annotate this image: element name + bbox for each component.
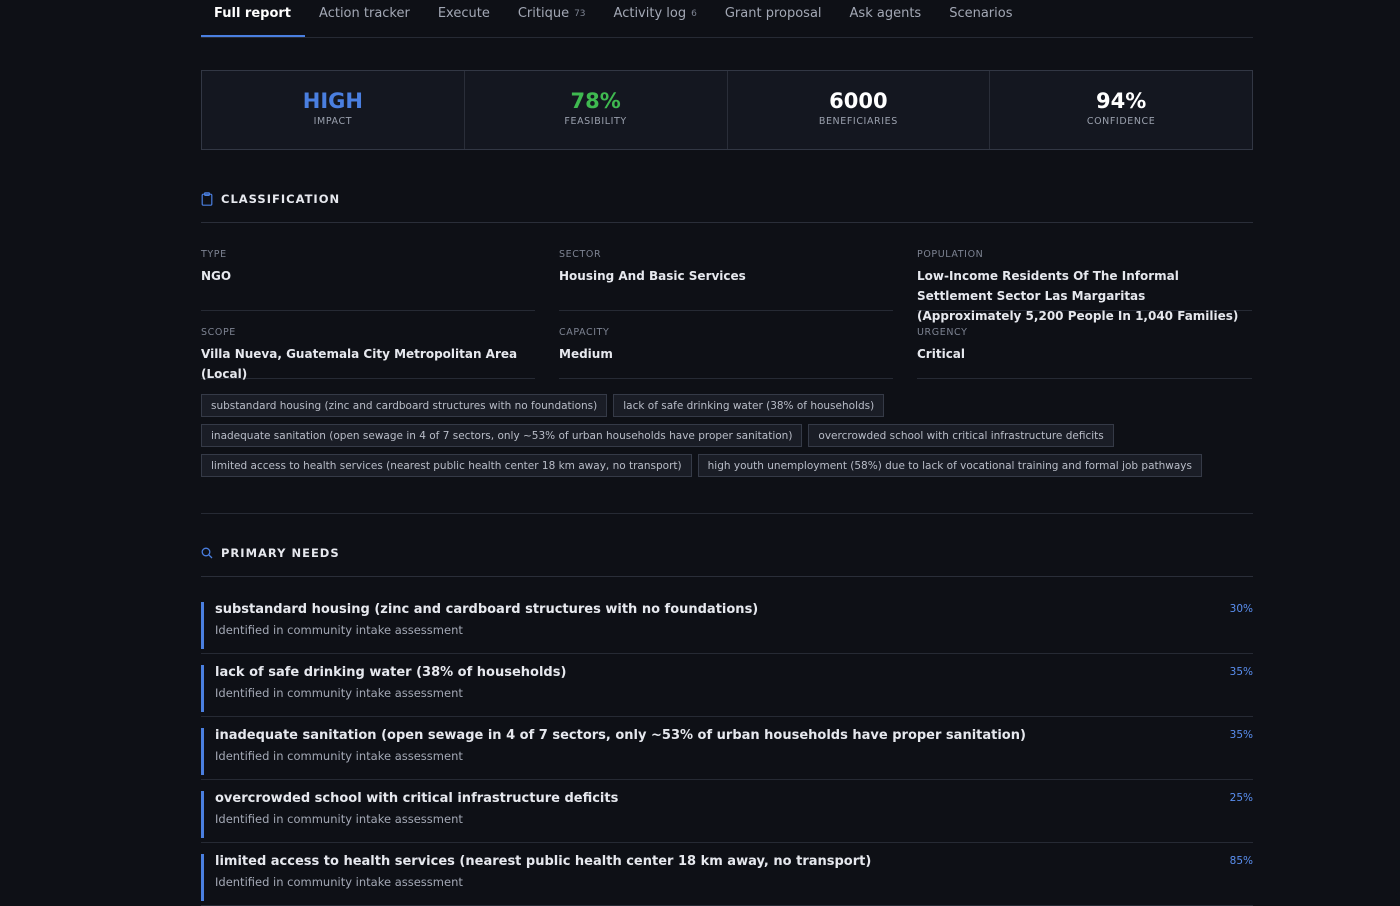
need-percent: 25% <box>1229 792 1253 804</box>
field-scope: SCOPE Villa Nueva, Guatemala City Metrop… <box>201 321 535 381</box>
field-value: Medium <box>559 347 613 361</box>
need-tag[interactable]: overcrowded school with critical infrast… <box>808 424 1114 447</box>
stat-label: BENEFICIARIES <box>818 116 898 127</box>
need-percent: 30% <box>1229 603 1253 615</box>
field-value: NGO <box>201 269 232 283</box>
primary-needs-list: substandard housing (zinc and cardboard … <box>201 591 1253 906</box>
field-key: TYPE <box>201 249 227 260</box>
tab-label: Activity log <box>613 6 687 21</box>
need-title: inadequate sanitation (open sewage in 4 … <box>215 728 1026 743</box>
tab-execute[interactable]: Execute <box>424 0 504 31</box>
section-title: CLASSIFICATION <box>221 192 341 206</box>
stat-label: FEASIBILITY <box>564 116 627 127</box>
need-source: Identified in community intake assessmen… <box>215 686 463 700</box>
stat-feasibility: 78% FEASIBILITY <box>465 71 728 149</box>
field-urgency: URGENCY Critical <box>917 321 1252 379</box>
need-title: overcrowded school with critical infrast… <box>215 791 619 806</box>
field-value: Critical <box>917 347 966 361</box>
field-key: URGENCY <box>917 327 968 338</box>
stat-label: IMPACT <box>313 116 353 127</box>
stat-value: 78% <box>570 89 621 113</box>
tab-scenarios[interactable]: Scenarios <box>935 0 1026 31</box>
need-tag[interactable]: substandard housing (zinc and cardboard … <box>201 394 608 417</box>
tab-count-badge: 73 <box>574 9 586 19</box>
need-tag[interactable]: high youth unemployment (58%) due to lac… <box>697 454 1202 477</box>
list-item[interactable]: overcrowded school with critical infrast… <box>201 780 1253 843</box>
summary-stats: HIGH IMPACT 78% FEASIBILITY 6000 BENEFIC… <box>201 70 1253 150</box>
tab-label: Critique <box>517 6 570 21</box>
need-tag[interactable]: inadequate sanitation (open sewage in 4 … <box>201 424 803 447</box>
tab-action-tracker[interactable]: Action tracker <box>305 0 424 31</box>
tab-label: Ask agents <box>849 6 922 21</box>
field-type: TYPE NGO <box>201 243 535 311</box>
need-title: limited access to health services (neare… <box>215 854 872 869</box>
list-item[interactable]: inadequate sanitation (open sewage in 4 … <box>201 717 1253 780</box>
tab-ask-agents[interactable]: Ask agents <box>836 0 936 31</box>
tab-critique[interactable]: Critique 73 <box>504 0 600 31</box>
field-value: Low-Income Residents Of The Informal Set… <box>917 269 1239 323</box>
tab-bar: Full report Action tracker Execute Criti… <box>201 0 1253 38</box>
tab-count-badge: 6 <box>691 9 697 19</box>
field-key: CAPACITY <box>559 327 610 338</box>
need-percent: 35% <box>1229 729 1253 741</box>
need-source: Identified in community intake assessmen… <box>215 812 463 826</box>
tab-grant-proposal[interactable]: Grant proposal <box>711 0 836 31</box>
stat-impact: HIGH IMPACT <box>202 71 465 149</box>
tab-label: Full report <box>214 6 292 21</box>
need-source: Identified in community intake assessmen… <box>215 623 463 637</box>
need-percent: 35% <box>1229 666 1253 678</box>
report-panel: Full report Action tracker Execute Criti… <box>201 0 1253 906</box>
stat-beneficiaries: 6000 BENEFICIARIES <box>728 71 991 149</box>
search-icon <box>201 547 213 559</box>
field-key: SCOPE <box>201 327 236 338</box>
stat-confidence: 94% CONFIDENCE <box>990 71 1252 149</box>
field-key: POPULATION <box>917 249 984 260</box>
need-title: lack of safe drinking water (38% of hous… <box>215 665 567 680</box>
list-item[interactable]: substandard housing (zinc and cardboard … <box>201 591 1253 654</box>
tab-label: Grant proposal <box>724 6 822 21</box>
stat-value: 94% <box>1095 89 1147 113</box>
field-value: Villa Nueva, Guatemala City Metropolitan… <box>201 347 518 381</box>
list-item[interactable]: limited access to health services (neare… <box>201 843 1253 906</box>
stat-value: HIGH <box>302 89 363 113</box>
need-tag[interactable]: limited access to health services (neare… <box>201 454 692 477</box>
field-value: Housing And Basic Services <box>559 269 746 283</box>
need-tags: substandard housing (zinc and cardboard … <box>201 394 1253 514</box>
field-sector: SECTOR Housing And Basic Services <box>559 243 893 311</box>
clipboard-icon <box>201 192 213 206</box>
tab-activity-log[interactable]: Activity log 6 <box>600 0 711 31</box>
need-tag[interactable]: lack of safe drinking water (38% of hous… <box>613 394 885 417</box>
list-item[interactable]: lack of safe drinking water (38% of hous… <box>201 654 1253 717</box>
need-percent: 85% <box>1229 855 1253 867</box>
tab-full-report[interactable]: Full report <box>201 0 306 37</box>
field-population: POPULATION Low-Income Residents Of The I… <box>917 243 1252 323</box>
field-key: SECTOR <box>559 249 602 260</box>
classification-grid: TYPE NGO SECTOR Housing And Basic Servic… <box>201 243 1253 381</box>
stat-label: CONFIDENCE <box>1086 116 1156 127</box>
tab-label: Action tracker <box>319 6 410 21</box>
need-source: Identified in community intake assessmen… <box>215 875 463 889</box>
section-title: PRIMARY NEEDS <box>221 546 340 560</box>
primary-needs-header: PRIMARY NEEDS <box>201 534 1253 577</box>
classification-header: CLASSIFICATION <box>201 180 1253 223</box>
stat-value: 6000 <box>829 89 888 113</box>
tab-label: Scenarios <box>949 6 1013 21</box>
need-source: Identified in community intake assessmen… <box>215 749 463 763</box>
field-capacity: CAPACITY Medium <box>559 321 893 379</box>
need-title: substandard housing (zinc and cardboard … <box>215 602 759 617</box>
tab-label: Execute <box>437 6 490 21</box>
